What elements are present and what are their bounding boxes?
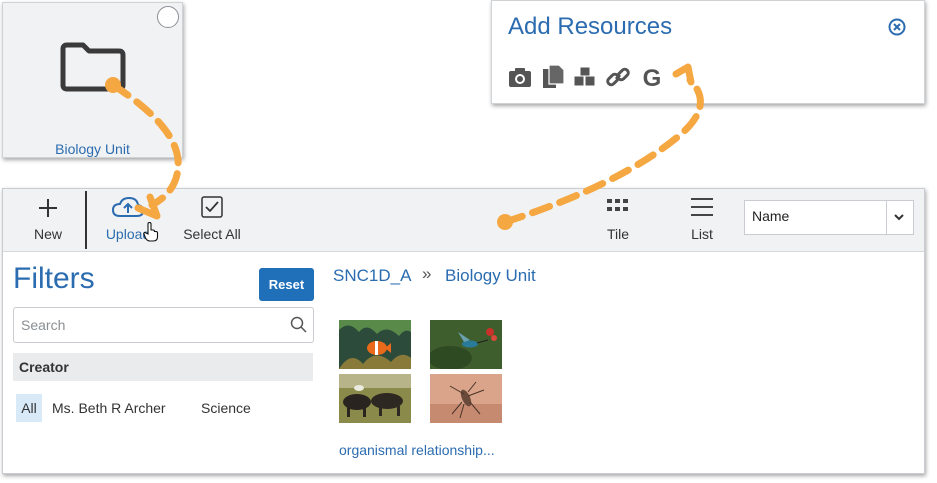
list-label: List: [691, 226, 713, 242]
search-input[interactable]: Search: [21, 317, 65, 333]
filters-title: Filters: [13, 262, 95, 295]
creator-option-archer[interactable]: Ms. Beth R Archer: [52, 400, 166, 416]
item-name[interactable]: organismal relationship...: [339, 442, 495, 458]
creator-option-science[interactable]: Science: [201, 400, 251, 416]
documents-icon[interactable]: [540, 64, 566, 90]
breadcrumb-root[interactable]: SNC1D_A: [333, 266, 411, 286]
breadcrumb-separator: »: [422, 264, 432, 283]
select-all-label: Select All: [183, 226, 241, 242]
search-field[interactable]: Search: [13, 307, 314, 343]
new-label: New: [33, 226, 62, 242]
files-panel: New Upload Select All Tile List Name Fil…: [2, 188, 925, 474]
sort-select[interactable]: Name: [744, 200, 914, 235]
checkbox-icon: [201, 196, 223, 218]
tile-view-button[interactable]: Tile: [598, 189, 638, 251]
folder-card[interactable]: Biology Unit: [2, 2, 183, 158]
new-button[interactable]: New: [27, 189, 69, 251]
list-icon: [691, 198, 713, 216]
creator-heading-bar: Creator: [13, 353, 313, 381]
breadcrumb-current[interactable]: Biology Unit: [445, 266, 536, 286]
add-resources-title: Add Resources: [508, 13, 673, 40]
tile-label: Tile: [606, 226, 630, 242]
folder-name[interactable]: Biology Unit: [3, 141, 182, 157]
camera-icon[interactable]: [507, 64, 533, 90]
cubes-icon[interactable]: [572, 64, 598, 90]
list-view-button[interactable]: List: [682, 189, 722, 251]
clownfish-image[interactable]: [339, 320, 411, 369]
chevron-down-icon[interactable]: [893, 211, 905, 223]
link-icon[interactable]: [605, 64, 631, 90]
search-icon: [290, 316, 307, 333]
reset-button[interactable]: Reset: [259, 268, 314, 301]
folder-icon: [60, 42, 126, 92]
hand-cursor-icon: [143, 222, 159, 242]
add-resources-panel: Add Resources G: [491, 0, 925, 104]
creator-option-all[interactable]: All: [16, 394, 42, 422]
creator-heading: Creator: [19, 359, 69, 375]
toolbar-divider: [85, 191, 87, 249]
sort-value: Name: [752, 208, 790, 224]
select-all-button[interactable]: Select All: [179, 189, 245, 251]
grid-icon: [607, 199, 628, 211]
select-divider: [886, 201, 887, 234]
mosquito-image[interactable]: [430, 374, 502, 423]
close-icon[interactable]: [888, 18, 906, 36]
cloud-upload-icon: [112, 196, 144, 217]
plus-icon: [39, 199, 57, 217]
toolbar: New Upload Select All Tile List Name: [3, 189, 924, 252]
cattle-image[interactable]: [339, 374, 411, 423]
google-icon[interactable]: G: [639, 64, 665, 90]
hummingbird-image[interactable]: [430, 320, 502, 369]
svg-text:G: G: [643, 65, 662, 90]
select-circle[interactable]: [157, 6, 179, 28]
